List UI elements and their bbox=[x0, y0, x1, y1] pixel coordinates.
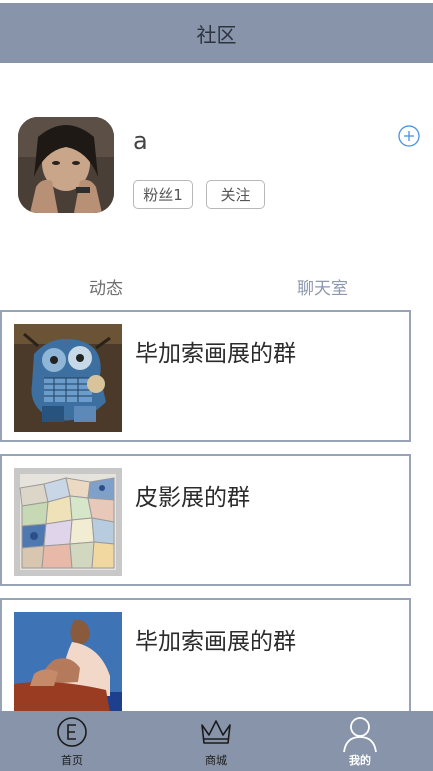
avatar[interactable] bbox=[18, 117, 114, 213]
group-thumbnail bbox=[14, 468, 122, 576]
group-thumbnail bbox=[14, 612, 122, 720]
tabbar-label: 我的 bbox=[349, 754, 371, 767]
group-card[interactable]: 皮影展的群 bbox=[0, 454, 411, 586]
group-name: 毕加索画展的群 bbox=[135, 341, 296, 367]
content-tabs: 动态 聊天室 bbox=[0, 258, 433, 310]
group-name: 皮影展的群 bbox=[135, 485, 250, 511]
bottom-tab-bar: 首页 商城 我的 bbox=[0, 711, 433, 771]
tabbar-label: 首页 bbox=[61, 754, 83, 767]
top-bar: 社区 bbox=[0, 3, 433, 63]
home-e-icon bbox=[55, 715, 89, 753]
fans-count-button[interactable]: 粉丝1 bbox=[133, 180, 193, 209]
group-name: 毕加索画展的群 bbox=[135, 629, 296, 655]
page-title: 社区 bbox=[196, 22, 237, 47]
add-icon[interactable] bbox=[398, 125, 420, 147]
tabbar-home[interactable]: 首页 bbox=[12, 711, 132, 771]
tabbar-label: 商城 bbox=[205, 754, 227, 767]
tabbar-me[interactable]: 我的 bbox=[300, 711, 420, 771]
follow-button[interactable]: 关注 bbox=[206, 180, 265, 209]
crown-icon bbox=[198, 715, 234, 753]
username: a bbox=[133, 127, 148, 155]
tabbar-shop[interactable]: 商城 bbox=[156, 711, 276, 771]
community-page: 社区 a 粉丝1 关注 动态 聊天室 毕加索画展的群 皮影展的群 毕加索画展的群… bbox=[0, 0, 433, 771]
user-icon bbox=[342, 715, 378, 757]
group-thumbnail bbox=[14, 324, 122, 432]
tab-chat-room[interactable]: 聊天室 bbox=[297, 274, 348, 299]
tab-feed[interactable]: 动态 bbox=[89, 274, 123, 299]
profile-section: a 粉丝1 关注 bbox=[0, 63, 433, 258]
group-card[interactable]: 毕加索画展的群 bbox=[0, 310, 411, 442]
